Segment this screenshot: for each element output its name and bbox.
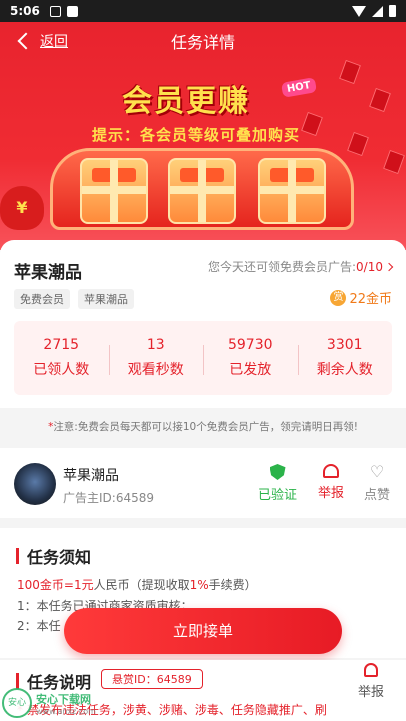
- stat-label: 剩余人数: [316, 362, 373, 378]
- heart-icon: ♡: [369, 462, 385, 481]
- alarm-icon: [323, 464, 339, 478]
- bounty-id-badge: 悬赏ID：64589: [101, 669, 203, 689]
- red-envelope-icon: [339, 59, 361, 85]
- verified-badge: 已验证: [258, 464, 297, 503]
- notification-icon: [49, 5, 61, 17]
- coin-icon: 赏: [330, 289, 347, 306]
- banner-slogan: 会员更赚: [122, 84, 250, 119]
- money-bag-icon: ¥: [0, 186, 44, 230]
- tag: 免费会员: [14, 289, 70, 309]
- section-bar: [16, 673, 19, 689]
- red-envelope-icon: [301, 111, 323, 137]
- rule-line-exchange: 100金币=1元人民币（提现收取1%手续费）: [17, 578, 257, 592]
- status-bar: 5:06: [0, 0, 406, 22]
- report-label: 举报: [358, 685, 385, 700]
- free-ad-quota-link[interactable]: 您今天还可领免费会员广告: 0/10: [208, 258, 394, 275]
- back-button[interactable]: 返回: [17, 31, 68, 51]
- task-stats: 2715 已领人数 13 观看秒数 59730 已发放 3301 剩余人数: [14, 321, 392, 395]
- stat-label: 观看秒数: [127, 362, 184, 378]
- chevron-left-icon: [17, 32, 35, 50]
- gift-box-icon: [258, 158, 326, 224]
- watermark: 安心 安心下载网 www.anxz.com: [2, 688, 96, 718]
- watermark-logo: 安心: [2, 688, 32, 718]
- like-button[interactable]: ♡ 点赞: [364, 462, 391, 504]
- stat-label: 已发放: [229, 362, 272, 378]
- advertiser-id: 广告主ID:64589: [63, 491, 154, 505]
- floating-report-button[interactable]: 举报: [358, 663, 384, 700]
- stat-remaining: 3301 剩余人数: [297, 337, 393, 379]
- stat-claimed: 2715 已领人数: [14, 337, 109, 379]
- gift-box-icon: [168, 158, 236, 224]
- red-envelope-icon: [369, 87, 391, 113]
- report-label: 举报: [318, 486, 345, 501]
- gift-box-icon: [80, 158, 148, 224]
- shield-check-icon: [269, 464, 286, 480]
- watermark-site: www.anxz.com: [36, 706, 96, 716]
- verified-label: 已验证: [258, 488, 298, 503]
- tag-list: 免费会员 苹果潮品: [14, 289, 134, 309]
- chevron-right-icon: [384, 262, 394, 271]
- like-label: 点赞: [364, 488, 391, 503]
- free-ad-quota-count: 0/10: [356, 259, 383, 274]
- advertiser-avatar[interactable]: [14, 463, 56, 505]
- watermark-name: 安心下载网: [36, 692, 91, 706]
- back-label: 返回: [40, 34, 68, 50]
- alarm-icon: [364, 663, 378, 677]
- stat-value: 59730: [227, 337, 273, 353]
- message-icon: [66, 5, 78, 17]
- stat-issued: 59730 已发放: [203, 337, 298, 379]
- rule-line: 2：本任: [17, 619, 61, 633]
- stat-value: 13: [146, 337, 165, 353]
- stat-label: 已领人数: [33, 362, 90, 378]
- task-rules-title: 任务须知: [16, 544, 91, 568]
- notice-text: *注意:免费会员每天都可以接10个免费会员广告，领完请明日再领!: [48, 421, 358, 433]
- wifi-icon: [352, 5, 366, 17]
- signal-icon: [372, 5, 383, 17]
- red-envelope-icon: [383, 149, 405, 175]
- report-button[interactable]: 举报: [318, 464, 344, 501]
- stat-watch-seconds: 13 观看秒数: [108, 337, 204, 379]
- accept-task-button[interactable]: 立即接单: [64, 608, 342, 654]
- stat-value: 3301: [326, 337, 363, 353]
- battery-icon: [389, 5, 396, 17]
- top-nav-bar: 返回 任务详情: [0, 22, 406, 60]
- banner-subslogan: 提示：各会员等级可叠加购买: [92, 126, 301, 144]
- red-envelope-icon: [347, 131, 369, 157]
- stat-value: 2715: [43, 337, 80, 353]
- reward-value: 22金币: [349, 292, 392, 307]
- section-bar: [16, 548, 19, 564]
- free-ad-quota-label: 您今天还可领免费会员广告:: [208, 260, 357, 274]
- advertiser-name: 苹果潮品: [63, 468, 119, 484]
- status-time: 5:06: [10, 4, 40, 18]
- advertiser-card: [0, 448, 406, 518]
- reward-amount: 赏 22金币: [330, 288, 392, 307]
- tag: 苹果潮品: [78, 289, 134, 309]
- product-title: 苹果潮品: [14, 263, 82, 283]
